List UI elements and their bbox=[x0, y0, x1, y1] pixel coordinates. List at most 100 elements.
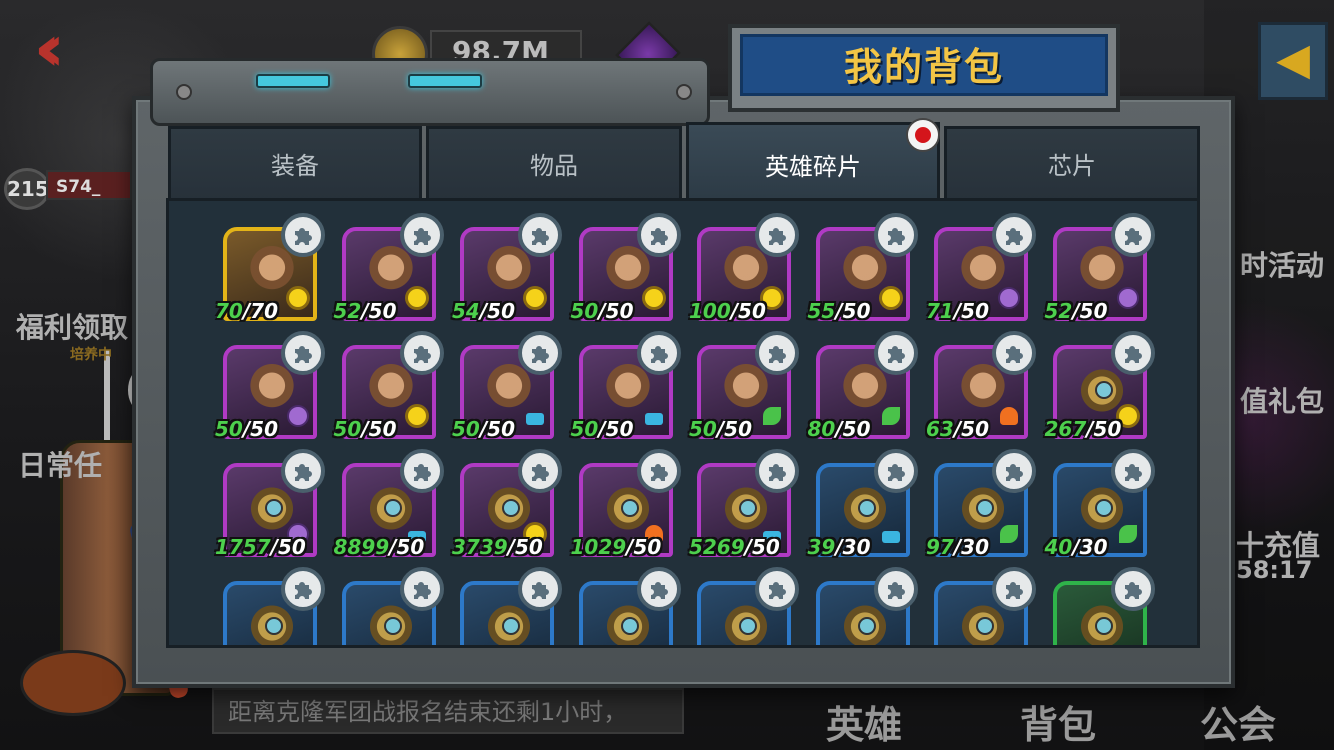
rail-light bbox=[408, 74, 482, 88]
fragment-required: /70 bbox=[242, 299, 278, 323]
puzzle-piece-icon bbox=[992, 449, 1036, 493]
puzzle-piece-icon bbox=[873, 449, 918, 493]
fragment-count: 50/50 bbox=[452, 417, 515, 441]
fragment-count: 39/30 bbox=[808, 535, 871, 559]
fragment-owned: 54 bbox=[452, 299, 480, 323]
fragment-owned: 267 bbox=[1044, 417, 1087, 441]
puzzle-piece-icon bbox=[518, 449, 562, 493]
leaf-element-icon bbox=[763, 407, 781, 425]
puzzle-piece-icon bbox=[636, 567, 681, 611]
hero-fragment-card[interactable] bbox=[1052, 567, 1155, 645]
hero-fragment-card[interactable] bbox=[223, 567, 325, 645]
fragment-required: /50 bbox=[716, 417, 752, 441]
gift-label[interactable]: 值礼包 bbox=[1240, 380, 1324, 420]
hero-fragment-card[interactable] bbox=[460, 567, 562, 645]
hero-fragment-card[interactable]: 50/50 bbox=[452, 331, 562, 441]
hero-fragment-card[interactable]: 267/50 bbox=[1045, 331, 1155, 441]
fragment-required: /50 bbox=[479, 299, 515, 323]
fragment-required: /50 bbox=[953, 417, 989, 441]
fragment-count: 50/50 bbox=[571, 417, 634, 441]
hero-fragment-card[interactable]: 50/50 bbox=[334, 331, 444, 441]
puzzle-piece-icon bbox=[281, 213, 325, 257]
hero-fragment-card[interactable]: 5269/50 bbox=[689, 449, 799, 559]
fragment-count: 50/50 bbox=[215, 417, 278, 441]
fragment-count: 80/50 bbox=[808, 417, 871, 441]
welfare-label[interactable]: 福利领取 bbox=[16, 306, 128, 346]
fragment-owned: 80 bbox=[807, 417, 836, 441]
puzzle-piece-icon bbox=[518, 213, 562, 257]
tab-hero-fragments[interactable]: 英雄碎片 bbox=[686, 122, 940, 202]
fragment-owned: 97 bbox=[926, 535, 954, 559]
hero-fragment-card[interactable]: 39/30 bbox=[808, 449, 918, 559]
fragment-owned: 8899 bbox=[333, 535, 390, 559]
notice-banner: 距离克隆军团战报名结束还剩1小时， bbox=[212, 688, 684, 734]
puzzle-piece-icon bbox=[518, 331, 562, 375]
hero-fragment-card[interactable]: 54/50 bbox=[452, 213, 562, 323]
fragment-required: /50 bbox=[835, 417, 871, 441]
hero-fragment-card[interactable] bbox=[341, 567, 444, 645]
fragment-count: 71/50 bbox=[926, 299, 989, 323]
bottom-tab-guild[interactable]: 公会 bbox=[1200, 694, 1276, 749]
tab-equipment[interactable]: 装备 bbox=[168, 126, 422, 200]
fire-element-icon bbox=[1000, 407, 1018, 425]
puzzle-piece-icon bbox=[281, 449, 325, 493]
fragment-required: /50 bbox=[835, 299, 871, 323]
fragment-required: /30 bbox=[953, 535, 989, 559]
hero-fragment-card[interactable]: 50/50 bbox=[571, 331, 681, 441]
bottom-tab-bag[interactable]: 背包 bbox=[1020, 694, 1096, 749]
hero-fragment-card[interactable]: 70/70 bbox=[215, 213, 325, 323]
fragment-count: 70/70 bbox=[215, 299, 278, 323]
puzzle-piece-icon bbox=[873, 213, 918, 257]
dialog-top-rail bbox=[150, 58, 710, 126]
hero-fragment-card[interactable]: 1029/50 bbox=[571, 449, 681, 559]
hero-fragment-card[interactable]: 71/50 bbox=[926, 213, 1036, 323]
bottom-tab-heroes[interactable]: 英雄 bbox=[826, 694, 902, 749]
hero-fragment-card[interactable]: 3739/50 bbox=[452, 449, 562, 559]
fragment-count: 50/50 bbox=[689, 417, 752, 441]
back-arrow-icon[interactable]: ‹‹ bbox=[34, 17, 100, 81]
puzzle-piece-icon bbox=[1110, 567, 1155, 611]
right-panel-toggle-icon[interactable]: ◀ bbox=[1258, 22, 1328, 100]
hero-fragment-card[interactable]: 1757/50 bbox=[215, 449, 325, 559]
fragment-count: 52/50 bbox=[334, 299, 397, 323]
hero-fragment-card[interactable]: 50/50 bbox=[689, 331, 799, 441]
hero-fragment-card[interactable]: 50/50 bbox=[571, 213, 681, 323]
hero-fragment-card[interactable]: 63/50 bbox=[926, 331, 1036, 441]
hero-fragment-card[interactable] bbox=[697, 567, 799, 645]
player-level: 215 bbox=[4, 168, 50, 210]
hero-fragment-card[interactable]: 55/50 bbox=[808, 213, 918, 323]
swirl-element-icon bbox=[1000, 289, 1018, 307]
hero-fragment-card[interactable] bbox=[934, 567, 1036, 645]
fragment-owned: 40 bbox=[1044, 535, 1073, 559]
fragment-required: /50 bbox=[389, 535, 425, 559]
fragment-owned: 39 bbox=[807, 535, 836, 559]
hero-fragment-card[interactable]: 97/30 bbox=[926, 449, 1036, 559]
fragment-required: /50 bbox=[626, 535, 662, 559]
event-label[interactable]: 时活动 bbox=[1240, 244, 1324, 284]
sun-element-icon bbox=[644, 289, 663, 307]
fragment-grid[interactable]: 70/70 52/50 54/50 50/50 100/50 55/50 71/50 52/5… bbox=[166, 198, 1200, 648]
hero-fragment-card[interactable]: 100/50 bbox=[689, 213, 799, 323]
tab-items[interactable]: 物品 bbox=[426, 126, 682, 200]
hero-fragment-card[interactable] bbox=[815, 567, 918, 645]
hero-fragment-card[interactable]: 40/30 bbox=[1045, 449, 1155, 559]
puzzle-piece-icon bbox=[873, 567, 918, 611]
puzzle-piece-icon bbox=[636, 213, 681, 257]
hero-fragment-card[interactable]: 50/50 bbox=[215, 331, 325, 441]
welfare-sublabel: 培养中 bbox=[70, 347, 112, 363]
fragment-count: 54/50 bbox=[452, 299, 515, 323]
hero-fragment-card[interactable]: 80/50 bbox=[808, 331, 918, 441]
fragment-count: 8899/50 bbox=[334, 535, 425, 559]
leaf-element-icon bbox=[1118, 525, 1137, 543]
sun-element-icon bbox=[526, 289, 544, 307]
fragment-required: /50 bbox=[953, 299, 989, 323]
puzzle-piece-icon bbox=[399, 331, 444, 375]
puzzle-piece-icon bbox=[518, 567, 562, 611]
hero-fragment-card[interactable]: 8899/50 bbox=[334, 449, 444, 559]
daily-label[interactable]: 日常任 bbox=[18, 444, 102, 484]
hero-fragment-card[interactable]: 52/50 bbox=[334, 213, 444, 323]
tab-chips[interactable]: 芯片 bbox=[944, 126, 1200, 200]
hero-fragment-card[interactable]: 52/50 bbox=[1045, 213, 1155, 323]
hero-fragment-card[interactable] bbox=[578, 567, 681, 645]
football-decoration bbox=[20, 650, 126, 716]
